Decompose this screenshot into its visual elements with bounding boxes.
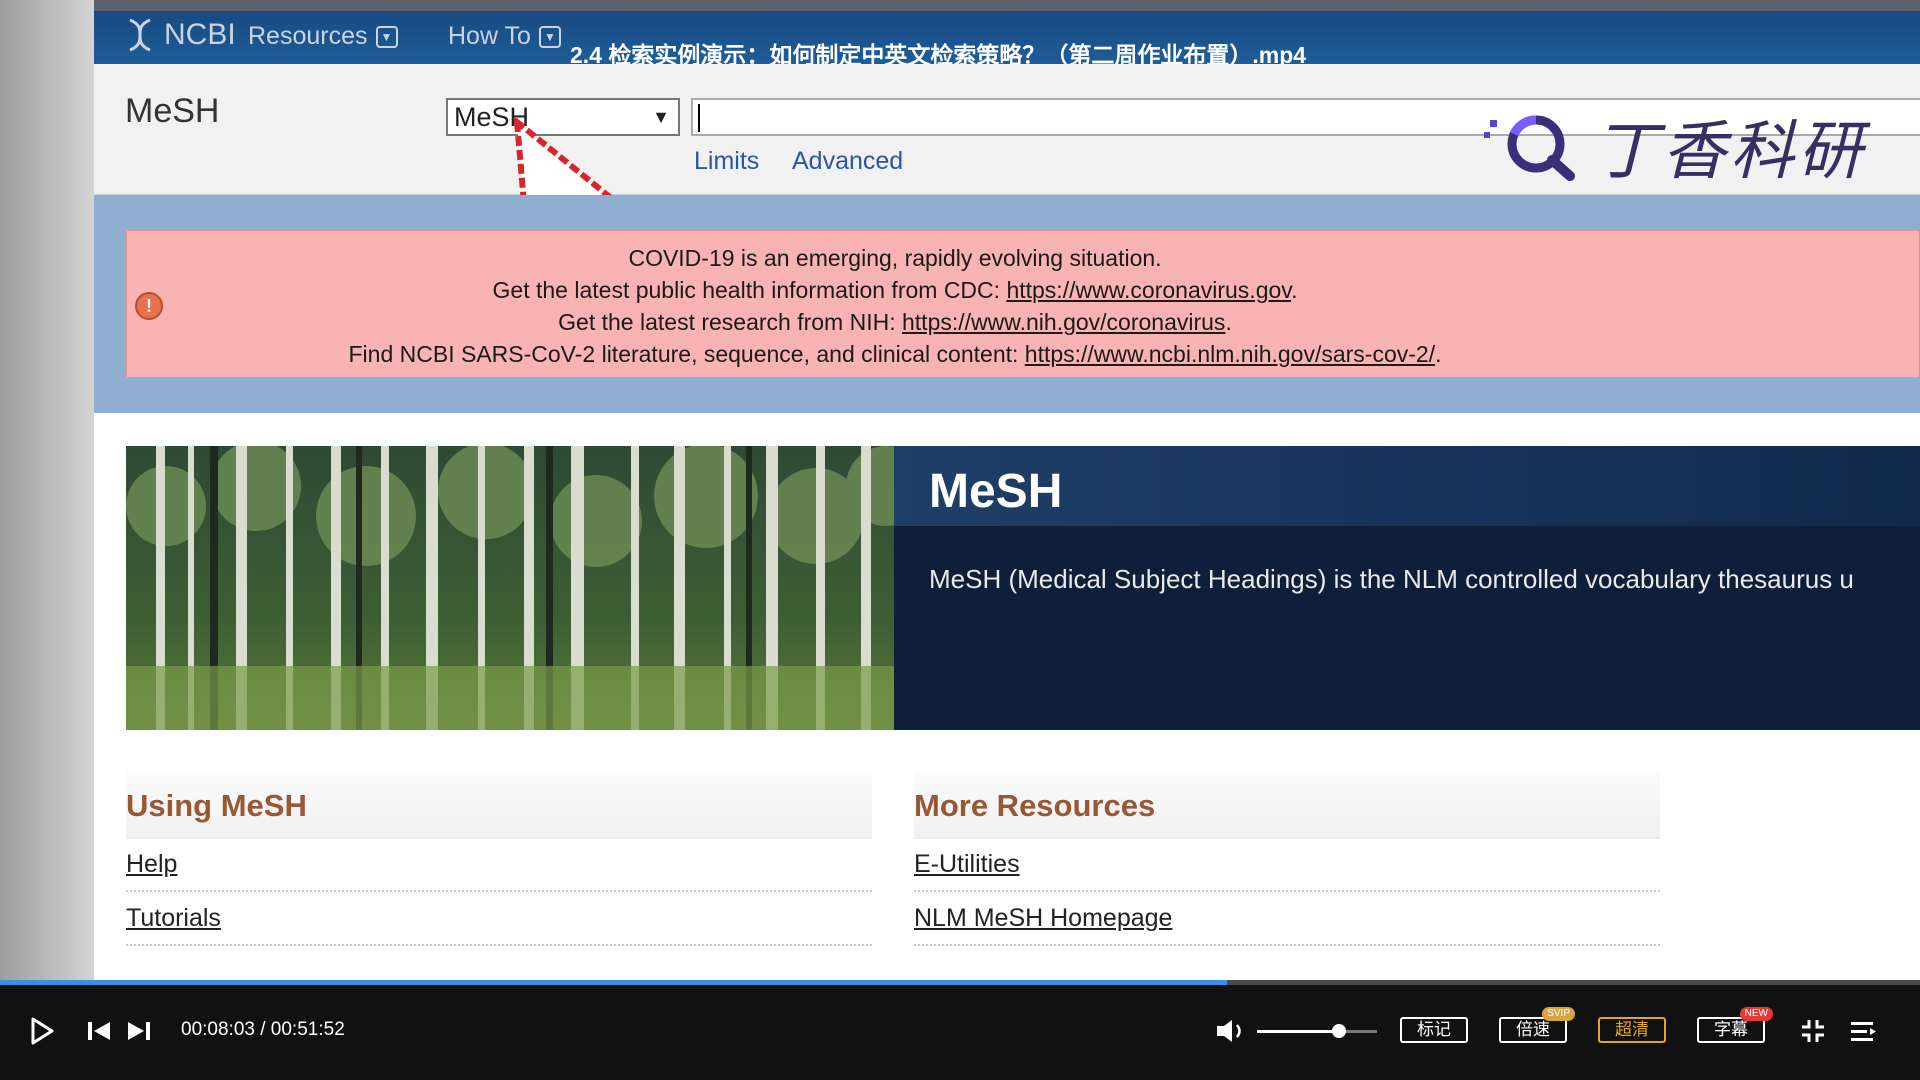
search-bar-area: MeSH MeSH ▼ Limits Advanced 丁香科研 [94,64,1920,195]
cdc-link[interactable]: https://www.coronavirus.gov [1006,277,1291,303]
section-title: More Resources [914,788,1156,823]
divider [126,944,872,946]
alert-text: Find NCBI SARS-CoV-2 literature, sequenc… [348,341,1019,367]
section-title: Using MeSH [126,788,307,823]
nlm-mesh-homepage-link[interactable]: NLM MeSH Homepage [914,904,1172,933]
more-resources-section: More Resources E-Utilities NLM MeSH Home… [914,772,1660,946]
player-controls: 00:08:03 / 00:51:52 标记 倍速 SVIP 超清 字幕 NEW [0,985,1920,1080]
divider [914,944,1660,946]
alert-band: ! COVID-19 is an emerging, rapidly evolv… [94,195,1920,413]
alert-text: . [1291,277,1298,303]
resources-menu-label: Resources [248,22,368,50]
mesh-webpage: NCBI Resources ▼ How To ▼ 2.4 检索实例演示：如何制… [94,0,1920,980]
exit-fullscreen-icon[interactable] [1800,1018,1826,1044]
alert-line: Find NCBI SARS-CoV-2 literature, sequenc… [127,341,1663,368]
mesh-hero-banner: MeSH MeSH (Medical Subject Headings) is … [126,446,1920,730]
ncbi-header-bar: NCBI Resources ▼ How To ▼ 2.4 检索实例演示：如何制… [94,0,1920,68]
alert-line: Get the latest research from NIH: https:… [127,309,1663,336]
volume-icon[interactable] [1215,1018,1247,1044]
speed-button[interactable]: 倍速 SVIP [1499,1007,1575,1043]
ncbi-sars-link[interactable]: https://www.ncbi.nlm.nih.gov/sars-cov-2/ [1025,341,1435,367]
divider [126,890,872,892]
advanced-search-link[interactable]: Advanced [792,147,903,176]
subtitle-button[interactable]: 字幕 NEW [1697,1007,1773,1043]
left-margin [0,0,94,980]
dna-helix-icon [129,18,151,52]
play-icon[interactable] [30,1017,54,1045]
forest-image [126,446,894,730]
e-utilities-link[interactable]: E-Utilities [914,850,1020,879]
alert-text: Get the latest research from NIH: [558,309,896,335]
tutorials-link[interactable]: Tutorials [126,904,221,933]
how-to-menu[interactable]: How To ▼ [448,22,561,51]
svip-badge: SVIP [1542,1007,1575,1021]
alert-text: . [1225,309,1232,335]
playlist-icon[interactable] [1849,1019,1877,1043]
nih-link[interactable]: https://www.nih.gov/coronavirus [902,309,1225,335]
hero-title: MeSH [929,465,1063,518]
dropdown-arrow-icon: ▼ [652,107,670,127]
help-link[interactable]: Help [126,850,177,879]
alert-line: COVID-19 is an emerging, rapidly evolvin… [628,245,1162,271]
covid-alert: ! COVID-19 is an emerging, rapidly evolv… [126,230,1920,378]
using-mesh-section: Using MeSH Help Tutorials [126,772,872,946]
next-icon[interactable] [126,1020,152,1042]
speed-button-label: 倍速 [1516,1020,1550,1039]
subtitle-button-label: 字幕 [1714,1020,1748,1039]
how-to-menu-label: How To [448,22,531,50]
time-display: 00:08:03 / 00:51:52 [181,1019,345,1040]
chevron-down-icon: ▼ [538,25,561,48]
magnifier-logo-icon [1484,115,1575,181]
limits-link[interactable]: Limits [694,147,759,176]
divider [914,890,1660,892]
database-title: MeSH [125,92,220,130]
volume-knob[interactable] [1331,1024,1346,1038]
ncbi-logo-text: NCBI [164,18,236,51]
alert-text: Get the latest public health information… [492,277,1001,303]
video-frame: NCBI Resources ▼ How To ▼ 2.4 检索实例演示：如何制… [0,0,1920,980]
volume-fill [1257,1030,1339,1033]
alert-text: . [1435,341,1442,367]
text-cursor [698,104,700,132]
new-badge: NEW [1739,1007,1773,1021]
volume-slider[interactable] [1257,1024,1377,1038]
previous-icon[interactable] [86,1020,112,1042]
dxy-watermark: 丁香科研 [1484,100,1866,192]
dxy-brand-text: 丁香科研 [1594,115,1866,187]
chevron-down-icon: ▼ [375,25,398,48]
mark-button[interactable]: 标记 [1400,1017,1468,1043]
alert-line: Get the latest public health information… [127,277,1663,304]
header-top-edge [94,0,1920,11]
resources-menu[interactable]: Resources ▼ [248,22,398,51]
quality-button[interactable]: 超清 [1598,1017,1666,1043]
ncbi-logo[interactable]: NCBI [124,16,236,54]
hero-description: MeSH (Medical Subject Headings) is the N… [929,564,1854,594]
